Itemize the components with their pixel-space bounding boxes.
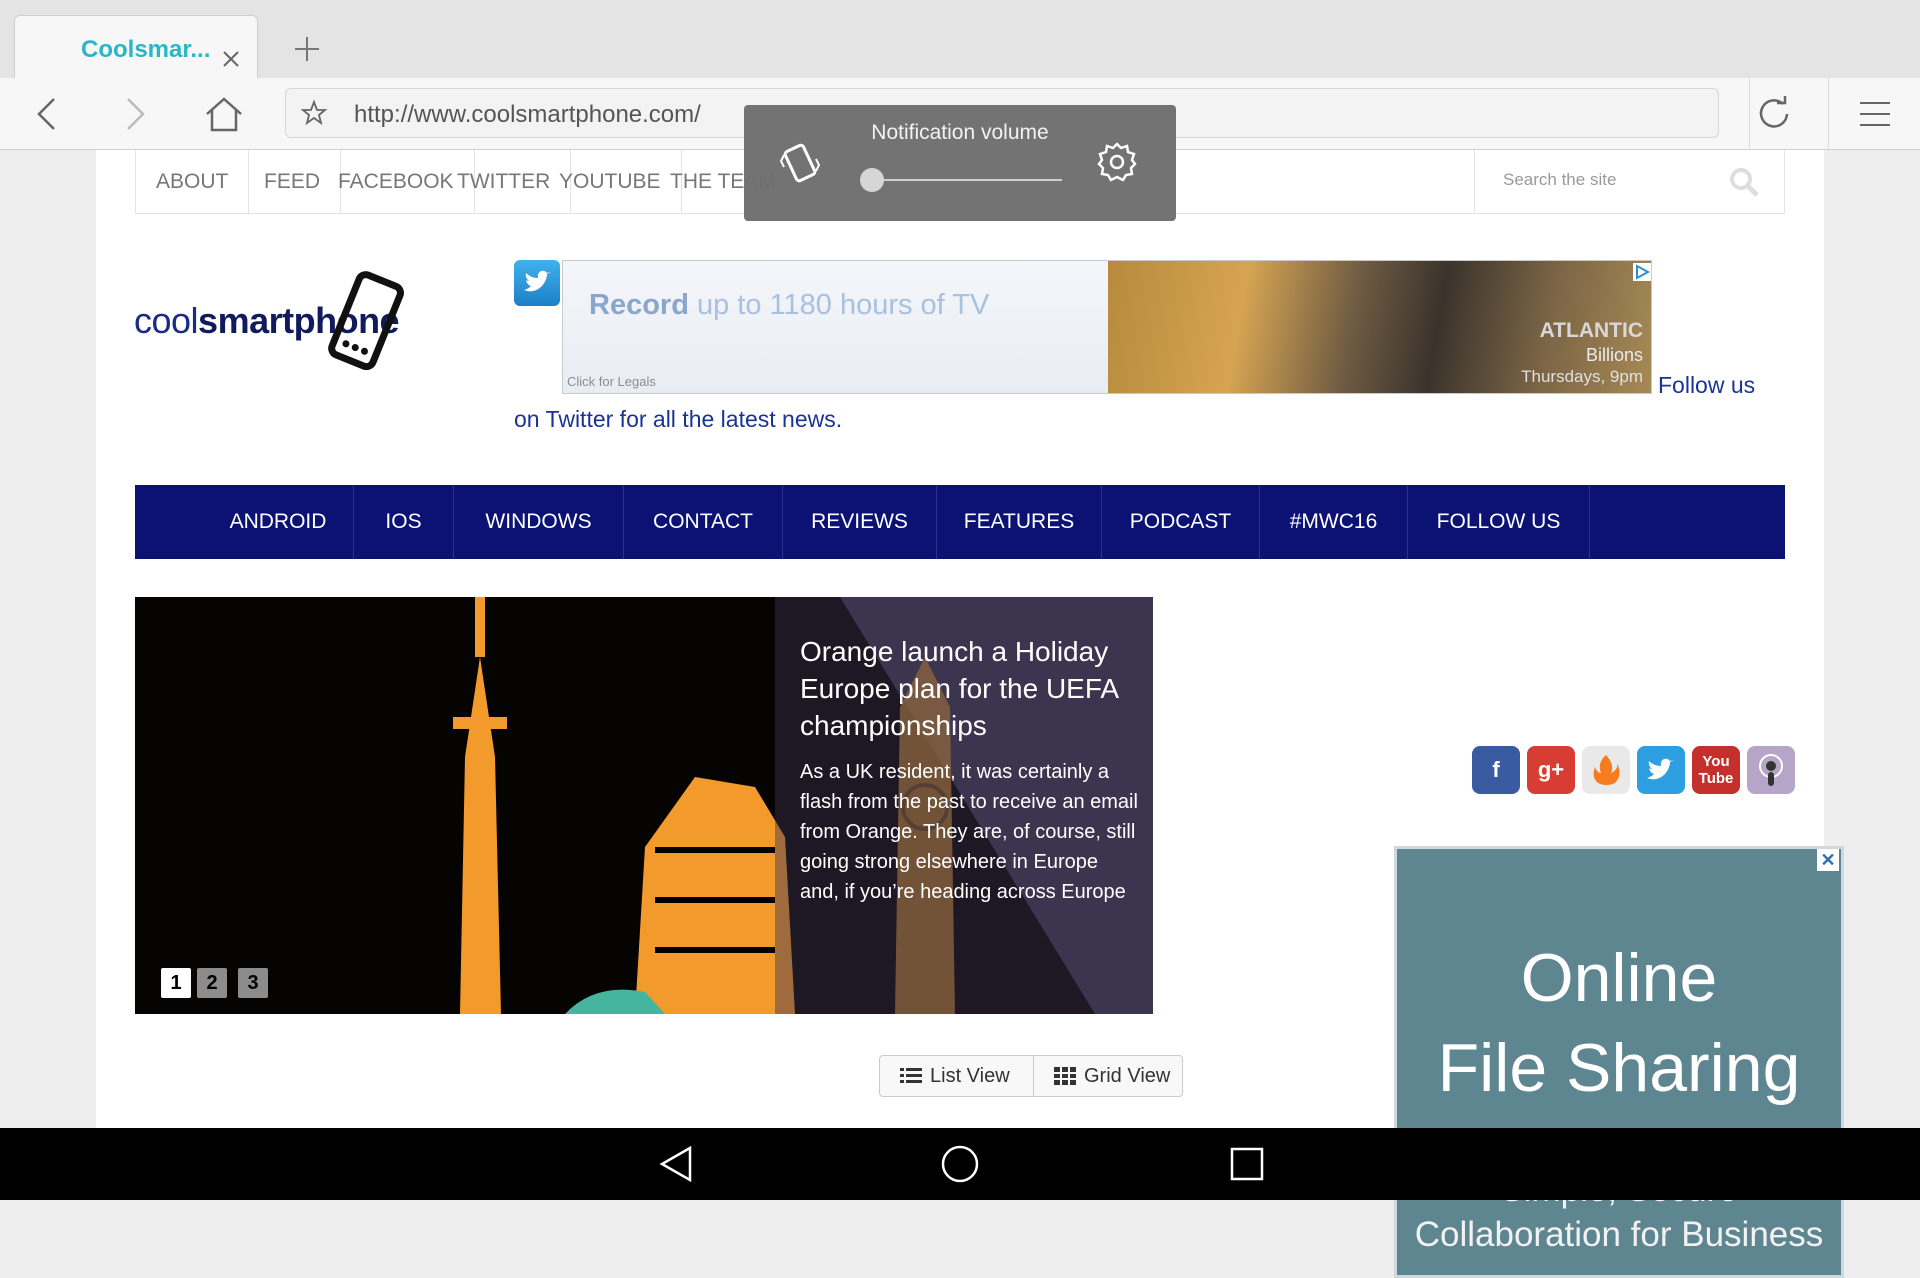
list-icon	[900, 1068, 922, 1083]
list-view-label: List View	[930, 1064, 1010, 1087]
ad-show-name: Billions	[1585, 345, 1643, 365]
view-toggle-divider	[1033, 1056, 1034, 1096]
home-button[interactable]	[204, 94, 244, 134]
top-nav-about[interactable]: ABOUT	[136, 150, 250, 213]
vibrate-icon[interactable]	[778, 139, 822, 187]
main-nav: ANDROID IOS WINDOWS CONTACT REVIEWS FEAT…	[135, 485, 1785, 559]
slide-title[interactable]: Orange launch a Holiday Europe plan for …	[800, 633, 1130, 744]
back-arrow-icon	[37, 98, 55, 130]
google-plus-icon[interactable]: g+	[1527, 746, 1575, 794]
ad-choices-icon[interactable]	[1633, 263, 1651, 281]
twitter-badge-icon[interactable]	[514, 260, 560, 306]
hamburger-menu-icon	[1860, 102, 1890, 126]
url-text[interactable]: http://www.coolsmartphone.com/	[354, 101, 701, 129]
sidebar-ad-close-icon[interactable]: ✕	[1817, 849, 1839, 871]
list-view-button[interactable]: List View	[900, 1056, 1010, 1096]
facebook-icon[interactable]: f	[1472, 746, 1520, 794]
ad-banner-image: ATLANTIC Billions Thursdays, 9pm	[1108, 261, 1651, 393]
notification-volume-dialog: Notification volume	[744, 105, 1176, 221]
volume-slider-thumb[interactable]	[860, 168, 884, 192]
podcast-icon[interactable]	[1747, 746, 1795, 794]
grid-view-label: Grid View	[1084, 1064, 1171, 1087]
browser-tab[interactable]: Coolsmar...	[14, 15, 258, 81]
follow-us-link[interactable]: Follow us	[1658, 372, 1755, 399]
ad-brand: ATLANTIC	[1539, 319, 1643, 342]
google-plus-label: g+	[1537, 757, 1565, 782]
follow-us-link-continued[interactable]: on Twitter for all the latest news.	[514, 406, 842, 433]
twitter-icon[interactable]	[1637, 746, 1685, 794]
search-input[interactable]: Search the site	[1503, 170, 1616, 190]
main-nav-ios[interactable]: IOS	[354, 485, 454, 559]
main-nav-reviews[interactable]: REVIEWS	[783, 485, 937, 559]
youtube-icon-you: You	[1702, 753, 1730, 770]
featured-slider[interactable]: Orange launch a Holiday Europe plan for …	[135, 597, 1153, 1014]
slider-page-3[interactable]: 3	[238, 968, 268, 998]
slider-page-1[interactable]: 1	[161, 968, 191, 998]
sidebar-ad-headline-line2: File Sharing	[1437, 1030, 1801, 1106]
main-nav-windows[interactable]: WINDOWS	[454, 485, 624, 559]
main-nav-mwc16[interactable]: #MWC16	[1260, 485, 1408, 559]
close-tab-icon[interactable]	[221, 49, 241, 69]
youtube-icon-tube: Tube	[1698, 770, 1734, 787]
ad-headline-bold: Record	[589, 289, 689, 321]
sidebar-ad[interactable]: ✕ Online File Sharing Simple, Secure Col…	[1394, 846, 1844, 1278]
system-recents-icon[interactable]	[1229, 1146, 1265, 1182]
sidebar-ad-subtitle-line2: Collaboration for Business	[1414, 1215, 1824, 1254]
toolbar-divider	[1749, 78, 1750, 150]
youtube-icon[interactable]: You Tube	[1692, 746, 1740, 794]
sidebar-ad-headline-line1: Online	[1520, 940, 1718, 1016]
ad-banner-text-panel: Record up to 1180 hours of TV Click for …	[563, 261, 1108, 393]
slide-excerpt: As a UK resident, it was certainly a fla…	[800, 761, 1138, 903]
system-nav-bar	[0, 1128, 1920, 1200]
system-home-icon[interactable]	[940, 1144, 980, 1184]
logo-text-cool: cool	[134, 300, 199, 341]
site-search[interactable]: Search the site	[1474, 150, 1784, 213]
new-tab-icon[interactable]	[292, 34, 322, 64]
reload-icon	[1759, 96, 1789, 128]
web-page: ABOUT FEED FACEBOOK TWITTER YOUTUBE THE …	[96, 150, 1844, 1278]
tab-bar: Coolsmar...	[0, 0, 1920, 81]
slider-page-2[interactable]: 2	[197, 968, 227, 998]
ad-banner[interactable]: Record up to 1180 hours of TV Click for …	[562, 260, 1652, 394]
site-logo[interactable]: coolsmartphone	[134, 270, 434, 380]
bookmark-star-icon[interactable]	[300, 99, 328, 127]
settings-gear-icon[interactable]	[1096, 141, 1138, 183]
system-back-icon[interactable]	[656, 1144, 696, 1184]
search-icon[interactable]	[1728, 166, 1760, 198]
ad-legal-link[interactable]: Click for Legals	[567, 374, 656, 389]
home-icon	[206, 97, 242, 132]
reload-button[interactable]	[1754, 94, 1794, 134]
grid-view-button[interactable]: Grid View	[1054, 1056, 1170, 1096]
main-nav-podcast[interactable]: PODCAST	[1102, 485, 1260, 559]
ad-headline-rest: up to 1180 hours of TV	[688, 289, 990, 321]
ad-schedule: Thursdays, 9pm	[1521, 367, 1643, 386]
sidebar-ad-headline: Online File Sharing	[1397, 933, 1841, 1113]
tab-title: Coolsmar...	[81, 36, 211, 63]
volume-slider-track[interactable]	[872, 179, 1062, 181]
view-toggle: List View Grid View	[879, 1055, 1183, 1097]
ad-headline: Record up to 1180 hours of TV	[589, 289, 989, 322]
grid-icon	[1054, 1067, 1076, 1085]
main-nav-features[interactable]: FEATURES	[937, 485, 1102, 559]
main-nav-android[interactable]: ANDROID	[203, 485, 354, 559]
back-button[interactable]	[26, 94, 66, 134]
toolbar-divider	[1828, 78, 1829, 150]
main-nav-contact[interactable]: CONTACT	[624, 485, 783, 559]
feedburner-icon[interactable]	[1582, 746, 1630, 794]
forward-button[interactable]	[116, 94, 156, 134]
phone-logo-icon	[328, 271, 404, 371]
menu-button[interactable]	[1855, 94, 1895, 134]
forward-arrow-icon	[127, 98, 145, 130]
main-nav-follow-us[interactable]: FOLLOW US	[1408, 485, 1590, 559]
